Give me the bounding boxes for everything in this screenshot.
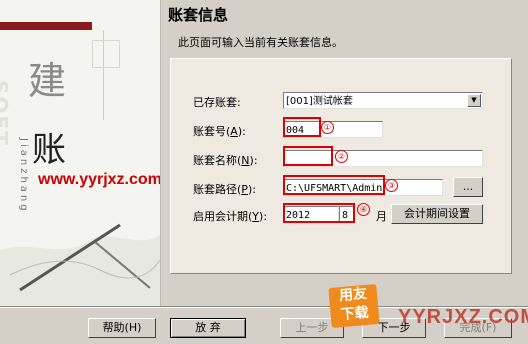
page-title: 账套信息 <box>168 6 229 24</box>
existing-accounts-select[interactable]: [001]测试帐套 ▼ <box>283 92 483 109</box>
help-button[interactable]: 帮助(H) <box>88 318 156 338</box>
account-path-label: 账套路径(P): <box>193 183 256 196</box>
banner-char-zhang: 账 <box>32 130 66 170</box>
browse-button[interactable]: ... <box>453 177 483 197</box>
account-name-label: 账套名称(N): <box>193 154 258 167</box>
cancel-button[interactable]: 放 弃 <box>170 318 246 338</box>
start-month-input[interactable]: 8 <box>339 206 355 223</box>
existing-accounts-value: [001]测试帐套 <box>286 96 353 107</box>
month-unit-label: 月 <box>376 210 387 223</box>
period-settings-button[interactable]: 会计期间设置 <box>391 204 483 224</box>
soft-watermark-text: SOFT <box>0 80 12 147</box>
decor-square <box>92 40 120 68</box>
side-banner: SOFT 建 账 Jianzhang www.yyrjxz.com <box>0 0 161 306</box>
page-subtitle: 此页面可输入当前有关账套信息。 <box>178 36 343 49</box>
annotation-marker-3: ③ <box>385 179 398 192</box>
brush-stroke-icon <box>0 223 160 306</box>
banner-char-jian: 建 <box>28 59 67 103</box>
chevron-down-icon[interactable]: ▼ <box>467 94 481 107</box>
yonyou-download-logo: 用友 下载 <box>328 283 380 329</box>
site-watermark: www.yyrjxz.com <box>38 171 161 188</box>
annotation-marker-1: ① <box>321 121 334 134</box>
start-period-label: 启用会计期(Y): <box>193 210 268 223</box>
logo-line-2: 下载 <box>340 304 370 324</box>
existing-accounts-label: 已存账套: <box>193 96 241 109</box>
annotation-marker-2: ② <box>335 150 348 163</box>
site-logo-text: YYRJXZ.COM <box>398 306 528 328</box>
account-code-label: 账套号(A): <box>193 125 246 138</box>
accent-bar <box>0 22 92 30</box>
annotation-marker-4: ④ <box>357 203 370 216</box>
account-name-input[interactable] <box>283 150 483 167</box>
form-panel: 已存账套: [001]测试帐套 ▼ 账套号(A): 004 ① 账套名称(N):… <box>170 58 512 274</box>
account-path-input[interactable]: C:\UFSMART\Admin <box>283 179 443 196</box>
start-year-input[interactable]: 2012 <box>283 206 339 223</box>
